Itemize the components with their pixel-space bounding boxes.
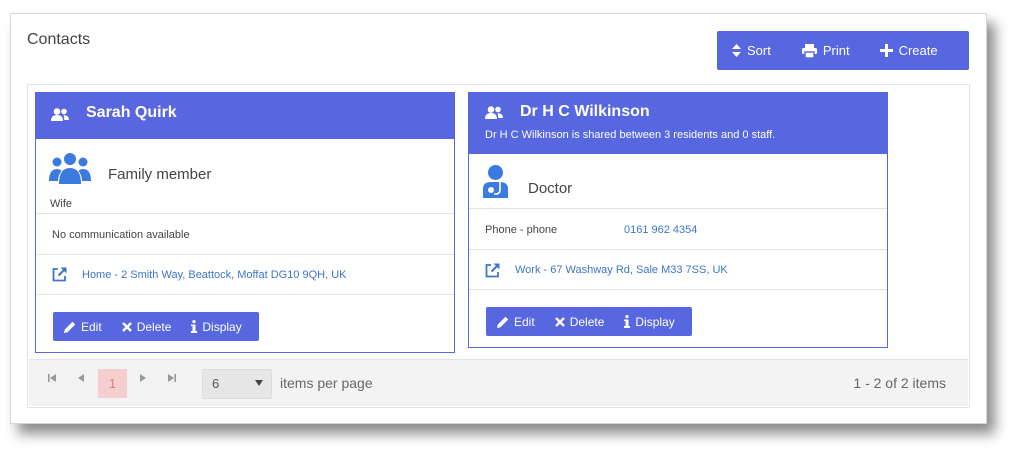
print-button[interactable]: Print <box>801 43 850 58</box>
current-page[interactable]: 1 <box>98 369 127 398</box>
contact-name: Sarah Quirk <box>86 104 177 121</box>
info-icon <box>624 315 631 328</box>
next-page-icon[interactable] <box>140 374 146 382</box>
contacts-panel: Contacts Sort Print Create Sarah Quirk F… <box>10 13 987 424</box>
contact-card: Sarah Quirk Family member Wife No commun… <box>35 92 455 353</box>
contact-type: Doctor <box>528 180 573 197</box>
items-per-page-label: items per page <box>280 375 373 391</box>
address-link[interactable]: Home - 2 Smith Way, Beattock, Moffat DG1… <box>82 269 347 281</box>
card-header: Dr H C Wilkinson Dr H C Wilkinson is sha… <box>469 93 887 154</box>
page-size-select[interactable]: 6 <box>202 369 272 399</box>
display-button[interactable]: Display <box>624 314 675 329</box>
panel-title: Contacts <box>27 31 91 48</box>
edit-button[interactable]: Edit <box>64 320 102 334</box>
family-member-icon <box>49 153 91 184</box>
delete-label: Delete <box>136 319 172 334</box>
communication-row: No communication available <box>36 213 454 254</box>
plus-icon <box>879 44 893 57</box>
delete-button[interactable]: Delete <box>121 319 172 334</box>
print-label: Print <box>822 43 850 58</box>
toolbar: Sort Print Create <box>717 31 969 70</box>
create-button[interactable]: Create <box>879 43 938 58</box>
communication-text: No communication available <box>52 229 190 241</box>
contact-name: Dr H C Wilkinson <box>520 103 650 120</box>
phone-value[interactable]: 0161 962 4354 <box>624 224 697 236</box>
external-link-icon[interactable] <box>52 267 67 282</box>
edit-button[interactable]: Edit <box>497 315 535 329</box>
phone-row: Phone - phone 0161 962 4354 <box>469 208 887 249</box>
relationship: Wife <box>50 198 72 210</box>
external-link-icon[interactable] <box>485 263 500 278</box>
address-row: Work - 67 Washway Rd, Sale M33 7SS, UK <box>469 249 887 290</box>
close-icon <box>554 316 565 327</box>
printer-icon <box>801 43 817 58</box>
last-page-icon[interactable] <box>168 374 176 382</box>
delete-label: Delete <box>569 314 605 329</box>
doctor-icon <box>483 165 508 198</box>
first-page-icon[interactable] <box>48 374 56 382</box>
shared-note: Dr H C Wilkinson is shared between 3 res… <box>485 129 776 141</box>
close-icon <box>121 321 132 332</box>
edit-label: Edit <box>81 319 102 334</box>
display-label: Display <box>635 314 675 329</box>
pencil-icon <box>497 316 509 328</box>
display-button[interactable]: Display <box>191 319 242 334</box>
pencil-icon <box>64 321 76 333</box>
info-icon <box>191 320 198 333</box>
pager: 1 6 items per page 1 - 2 of 2 items <box>29 359 968 406</box>
users-icon <box>51 108 69 121</box>
pager-info: 1 - 2 of 2 items <box>853 375 946 391</box>
sort-label: Sort <box>747 43 771 58</box>
display-label: Display <box>202 319 242 334</box>
contact-type: Family member <box>108 166 212 183</box>
address-row: Home - 2 Smith Way, Beattock, Moffat DG1… <box>36 254 454 295</box>
delete-button[interactable]: Delete <box>554 314 605 329</box>
address-link[interactable]: Work - 67 Washway Rd, Sale M33 7SS, UK <box>515 264 728 276</box>
previous-page-icon[interactable] <box>78 374 84 382</box>
page-size-value: 6 <box>212 376 220 391</box>
contact-card: Dr H C Wilkinson Dr H C Wilkinson is sha… <box>468 92 888 348</box>
phone-label: Phone - phone <box>485 224 558 236</box>
users-icon <box>485 106 503 119</box>
edit-label: Edit <box>514 314 535 329</box>
sort-button[interactable]: Sort <box>732 43 771 58</box>
actions-row: Edit Delete Display <box>36 294 454 352</box>
sort-icon <box>732 44 741 57</box>
create-label: Create <box>898 43 938 58</box>
card-header: Sarah Quirk <box>36 93 454 139</box>
actions-row: Edit Delete Display <box>469 289 887 347</box>
card-actions: Edit Delete Display <box>486 307 692 336</box>
contacts-listview: Sarah Quirk Family member Wife No commun… <box>27 84 970 408</box>
card-actions: Edit Delete Display <box>53 312 259 341</box>
chevron-down-icon <box>255 380 263 386</box>
